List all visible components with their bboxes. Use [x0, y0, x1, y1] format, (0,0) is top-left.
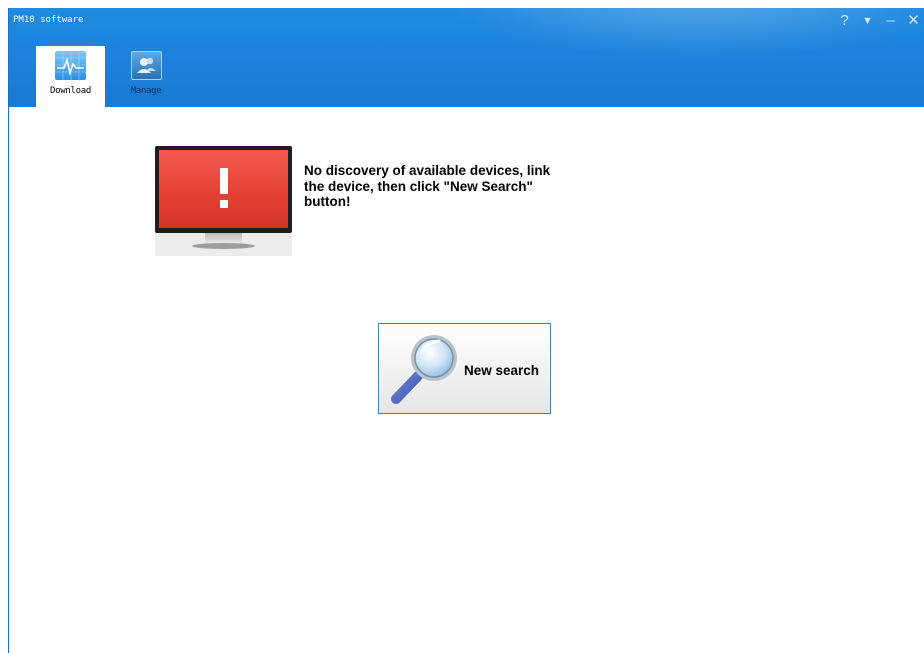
- monitor-warning-icon: [155, 146, 292, 256]
- tab-download[interactable]: Download: [36, 46, 105, 107]
- minimize-icon[interactable]: –: [879, 10, 902, 32]
- exclamation-icon: [220, 168, 228, 208]
- close-icon[interactable]: ✕: [902, 10, 924, 32]
- title-bar: PM10 software ? ▼ – ✕ Download Manage: [9, 8, 924, 107]
- no-devices-message: No discovery of available devices, link …: [304, 163, 551, 209]
- tab-download-label: Download: [50, 86, 91, 96]
- new-search-button[interactable]: New search: [378, 323, 551, 414]
- tab-manage-label: Manage: [130, 86, 162, 96]
- tab-manage[interactable]: Manage: [115, 46, 177, 107]
- help-icon[interactable]: ?: [833, 10, 856, 32]
- magnifier-icon: [391, 335, 457, 404]
- window-controls: ? ▼ – ✕: [833, 10, 924, 32]
- monitor-screen: [155, 146, 292, 233]
- menu-dropdown-icon[interactable]: ▼: [856, 10, 879, 32]
- app-title: PM10 software: [13, 15, 84, 25]
- users-icon: [130, 51, 162, 80]
- monitor-stand: [205, 233, 242, 243]
- new-search-label: New search: [464, 363, 540, 378]
- monitor-base: [192, 243, 255, 249]
- download-chart-icon: [55, 51, 86, 80]
